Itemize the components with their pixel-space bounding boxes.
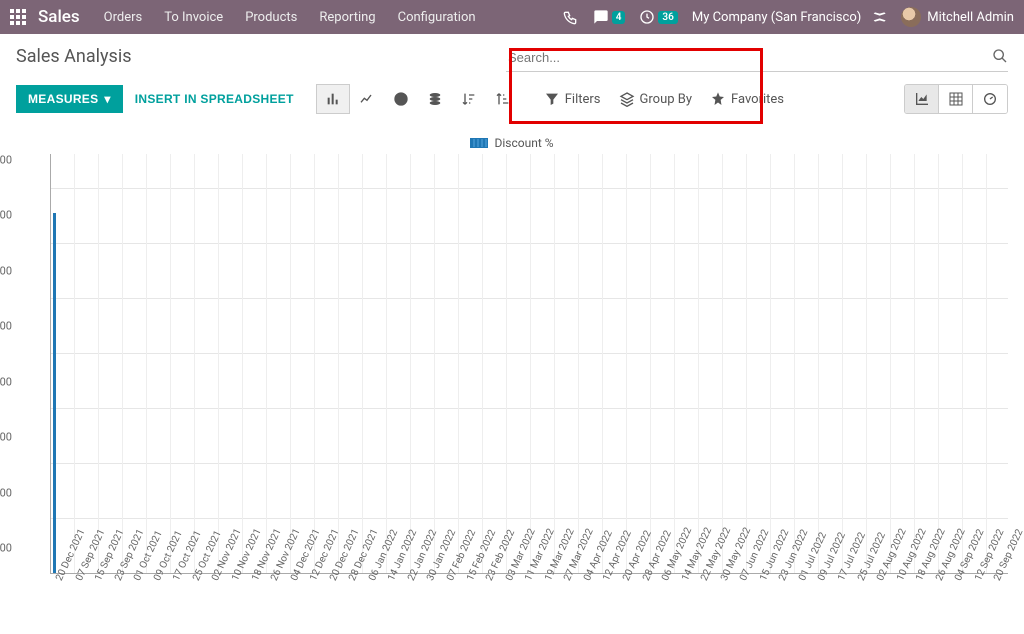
x-axis-labels: 20 Dec 202107 Sep 202115 Sep 202123 Sep … <box>50 574 1008 634</box>
groupby-button[interactable]: Group By <box>619 91 693 107</box>
user-menu[interactable]: Mitchell Admin <box>927 10 1014 25</box>
measures-label: MEASURES <box>28 92 98 106</box>
chart-plot[interactable] <box>50 154 1008 574</box>
messages-icon[interactable]: 4 <box>593 9 626 25</box>
chart-type-group <box>316 84 520 114</box>
legend-label: Discount % <box>494 136 553 150</box>
dashboard-view-button[interactable] <box>973 85 1007 113</box>
page-title: Sales Analysis <box>16 44 506 67</box>
filters-label: Filters <box>565 92 601 107</box>
activities-badge: 36 <box>658 11 677 24</box>
caret-down-icon: ▾ <box>104 92 110 106</box>
nav-reporting[interactable]: Reporting <box>319 10 375 25</box>
company-switcher[interactable]: My Company (San Francisco) <box>692 10 861 25</box>
favorites-label: Favorites <box>731 92 784 107</box>
search-icon[interactable] <box>992 48 1008 68</box>
nav-configuration[interactable]: Configuration <box>398 10 476 25</box>
nav-to-invoice[interactable]: To Invoice <box>164 10 223 25</box>
phone-icon[interactable] <box>563 9 579 25</box>
debug-icon[interactable] <box>871 9 887 25</box>
filter-icon <box>544 91 560 107</box>
pie-chart-button[interactable] <box>384 84 418 114</box>
layers-icon <box>619 91 635 107</box>
sort-desc-button[interactable] <box>452 84 486 114</box>
stacked-button[interactable] <box>418 84 452 114</box>
favorites-button[interactable]: Favorites <box>710 91 784 107</box>
activities-icon[interactable]: 36 <box>639 9 677 25</box>
search-input[interactable] <box>506 44 1008 72</box>
line-chart-button[interactable] <box>350 84 384 114</box>
nav-orders[interactable]: Orders <box>104 10 143 25</box>
filters-button[interactable]: Filters <box>544 91 601 107</box>
bar-chart-button[interactable] <box>316 84 350 114</box>
insert-spreadsheet-button[interactable]: INSERT IN SPREADSHEET <box>123 85 306 113</box>
graph-view-button[interactable] <box>905 85 939 113</box>
chart-legend: Discount % <box>6 132 1018 154</box>
chart-area: Discount % 0.0020.0040.0060.0080.00100.0… <box>6 132 1018 625</box>
control-panel: Sales Analysis MEASURES ▾ INSERT IN SPRE… <box>0 34 1024 114</box>
apps-icon[interactable] <box>10 9 26 25</box>
nav-products[interactable]: Products <box>245 10 297 25</box>
legend-swatch <box>470 138 488 148</box>
app-brand[interactable]: Sales <box>38 7 80 27</box>
view-switcher <box>904 84 1008 114</box>
pivot-view-button[interactable] <box>939 85 973 113</box>
star-icon <box>710 91 726 107</box>
top-nav: Sales Orders To Invoice Products Reporti… <box>0 0 1024 34</box>
chart-bar[interactable] <box>53 213 56 573</box>
messages-badge: 4 <box>612 11 626 24</box>
measures-button[interactable]: MEASURES ▾ <box>16 85 123 113</box>
groupby-label: Group By <box>640 92 693 107</box>
avatar[interactable] <box>901 7 921 27</box>
sort-asc-button[interactable] <box>486 84 520 114</box>
